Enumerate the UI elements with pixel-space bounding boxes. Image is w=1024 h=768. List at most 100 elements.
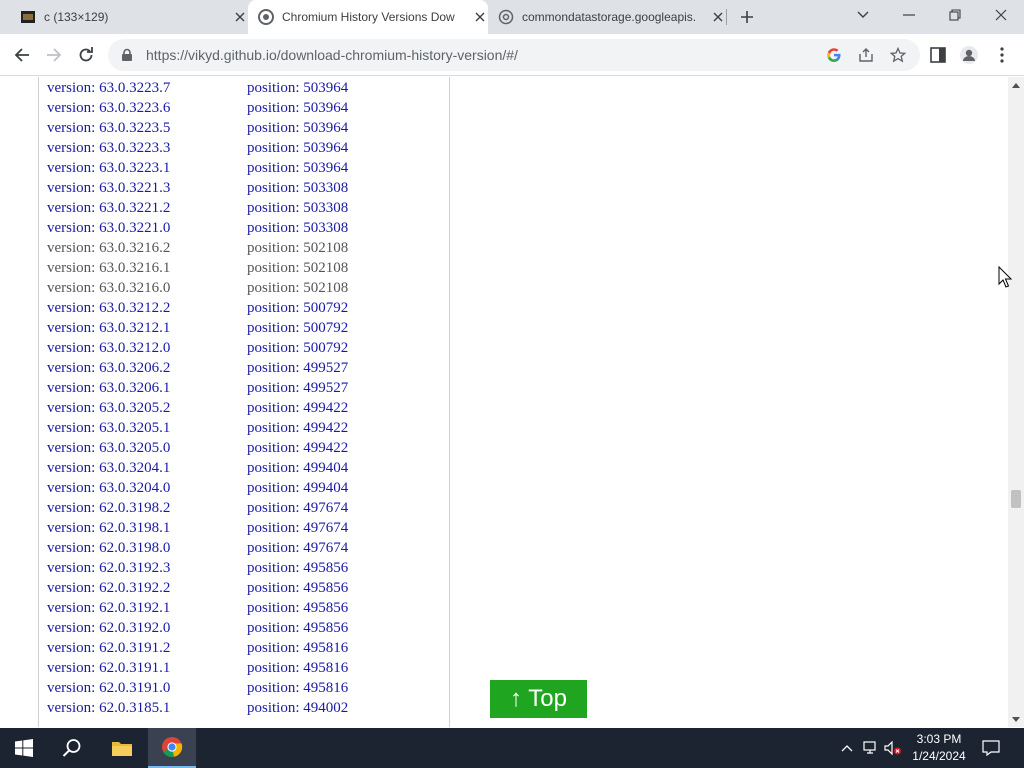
url-text[interactable]: https://vikyd.github.io/download-chromiu… xyxy=(146,47,518,63)
version-label[interactable]: version: 63.0.3221.2 xyxy=(47,200,247,217)
version-label[interactable]: version: 63.0.3221.3 xyxy=(47,180,247,197)
position-label[interactable]: position: 503308 xyxy=(247,220,348,237)
version-row[interactable]: version: 63.0.3216.2 position: 502108 xyxy=(47,240,348,260)
position-label[interactable]: position: 495856 xyxy=(247,560,348,577)
version-row[interactable]: version: 63.0.3212.0 position: 500792 xyxy=(47,340,348,360)
position-label[interactable]: position: 495816 xyxy=(247,640,348,657)
version-label[interactable]: version: 63.0.3204.0 xyxy=(47,480,247,497)
position-label[interactable]: position: 503964 xyxy=(247,120,348,137)
version-row[interactable]: version: 63.0.3221.3 position: 503308 xyxy=(47,180,348,200)
file-explorer-button[interactable] xyxy=(98,728,146,768)
version-row[interactable]: version: 63.0.3221.2 position: 503308 xyxy=(47,200,348,220)
version-row[interactable]: version: 62.0.3192.3 position: 495856 xyxy=(47,560,348,580)
position-label[interactable]: position: 495856 xyxy=(247,600,348,617)
position-label[interactable]: position: 503308 xyxy=(247,180,348,197)
position-label[interactable]: position: 499404 xyxy=(247,480,348,497)
version-label[interactable]: version: 63.0.3205.0 xyxy=(47,440,247,457)
position-label[interactable]: position: 495816 xyxy=(247,660,348,677)
show-hidden-icons-button[interactable] xyxy=(838,738,856,758)
new-tab-button[interactable] xyxy=(736,6,758,28)
position-label[interactable]: position: 500792 xyxy=(247,340,348,357)
version-label[interactable]: version: 63.0.3223.1 xyxy=(47,160,247,177)
share-icon[interactable] xyxy=(858,47,874,63)
version-row[interactable]: version: 63.0.3216.1 position: 502108 xyxy=(47,260,348,280)
version-row[interactable]: version: 62.0.3192.0 position: 495856 xyxy=(47,620,348,640)
back-to-top-button[interactable]: ↑ Top xyxy=(490,680,587,718)
version-label[interactable]: version: 63.0.3204.1 xyxy=(47,460,247,477)
version-row[interactable]: version: 62.0.3185.1 position: 494002 xyxy=(47,700,348,720)
position-label[interactable]: position: 495856 xyxy=(247,620,348,637)
position-label[interactable]: position: 502108 xyxy=(247,240,348,257)
version-row[interactable]: version: 62.0.3191.0 position: 495816 xyxy=(47,680,348,700)
position-label[interactable]: position: 499527 xyxy=(247,380,348,397)
volume-tray-button[interactable] xyxy=(884,738,902,758)
version-label[interactable]: version: 62.0.3191.2 xyxy=(47,640,247,657)
version-row[interactable]: version: 62.0.3198.2 position: 497674 xyxy=(47,500,348,520)
position-label[interactable]: position: 495816 xyxy=(247,680,348,697)
version-label[interactable]: version: 63.0.3205.1 xyxy=(47,420,247,437)
minimize-button[interactable] xyxy=(886,0,932,30)
position-label[interactable]: position: 503308 xyxy=(247,200,348,217)
version-row[interactable]: version: 63.0.3216.0 position: 502108 xyxy=(47,280,348,300)
version-row[interactable]: version: 63.0.3205.2 position: 499422 xyxy=(47,400,348,420)
close-tab-icon[interactable] xyxy=(232,9,248,25)
restore-button[interactable] xyxy=(932,0,978,30)
version-label[interactable]: version: 62.0.3185.1 xyxy=(47,700,247,717)
tab-chromium-history[interactable]: Chromium History Versions Dow xyxy=(248,0,488,34)
position-label[interactable]: position: 495856 xyxy=(247,580,348,597)
version-row[interactable]: version: 63.0.3204.1 position: 499404 xyxy=(47,460,348,480)
position-label[interactable]: position: 499422 xyxy=(247,400,348,417)
position-label[interactable]: position: 497674 xyxy=(247,500,348,517)
profile-avatar-icon[interactable] xyxy=(959,45,979,65)
scroll-up-arrow[interactable] xyxy=(1008,77,1024,93)
scroll-down-arrow[interactable] xyxy=(1008,711,1024,727)
reload-button[interactable] xyxy=(72,41,100,69)
close-window-button[interactable] xyxy=(978,0,1024,30)
version-label[interactable]: version: 63.0.3212.2 xyxy=(47,300,247,317)
kebab-menu-icon[interactable] xyxy=(992,45,1012,65)
version-row[interactable]: version: 62.0.3192.2 position: 495856 xyxy=(47,580,348,600)
network-tray-button[interactable] xyxy=(862,738,880,758)
version-label[interactable]: version: 63.0.3216.0 xyxy=(47,280,247,297)
version-row[interactable]: version: 63.0.3212.1 position: 500792 xyxy=(47,320,348,340)
tab-commondatastorage[interactable]: commondatastorage.googleapis. xyxy=(488,0,726,34)
version-label[interactable]: version: 63.0.3223.6 xyxy=(47,100,247,117)
close-tab-icon[interactable] xyxy=(472,9,488,25)
version-row[interactable]: version: 63.0.3205.1 position: 499422 xyxy=(47,420,348,440)
version-row[interactable]: version: 63.0.3223.7 position: 503964 xyxy=(47,80,348,100)
lock-icon[interactable] xyxy=(120,48,134,62)
position-label[interactable]: position: 502108 xyxy=(247,260,348,277)
version-label[interactable]: version: 63.0.3221.0 xyxy=(47,220,247,237)
version-row[interactable]: version: 63.0.3223.6 position: 503964 xyxy=(47,100,348,120)
position-label[interactable]: position: 500792 xyxy=(247,320,348,337)
position-label[interactable]: position: 499527 xyxy=(247,360,348,377)
version-row[interactable]: version: 63.0.3223.1 position: 503964 xyxy=(47,160,348,180)
position-label[interactable]: position: 499422 xyxy=(247,440,348,457)
scroll-thumb[interactable] xyxy=(1011,490,1021,508)
version-row[interactable]: version: 63.0.3205.0 position: 499422 xyxy=(47,440,348,460)
tab-search-button[interactable] xyxy=(840,0,886,30)
version-row[interactable]: version: 63.0.3223.3 position: 503964 xyxy=(47,140,348,160)
version-row[interactable]: version: 62.0.3198.1 position: 497674 xyxy=(47,520,348,540)
position-label[interactable]: position: 500792 xyxy=(247,300,348,317)
version-label[interactable]: version: 63.0.3223.5 xyxy=(47,120,247,137)
position-label[interactable]: position: 497674 xyxy=(247,520,348,537)
version-label[interactable]: version: 63.0.3206.2 xyxy=(47,360,247,377)
address-bar[interactable]: https://vikyd.github.io/download-chromiu… xyxy=(108,39,920,71)
position-label[interactable]: position: 503964 xyxy=(247,80,348,97)
version-row[interactable]: version: 63.0.3206.1 position: 499527 xyxy=(47,380,348,400)
position-label[interactable]: position: 499422 xyxy=(247,420,348,437)
version-row[interactable]: version: 62.0.3191.1 position: 495816 xyxy=(47,660,348,680)
version-label[interactable]: version: 62.0.3191.0 xyxy=(47,680,247,697)
system-clock[interactable]: 3:03 PM 1/24/2024 xyxy=(906,731,972,765)
position-label[interactable]: position: 494002 xyxy=(247,700,348,717)
version-label[interactable]: version: 62.0.3192.1 xyxy=(47,600,247,617)
version-row[interactable]: version: 63.0.3204.0 position: 499404 xyxy=(47,480,348,500)
version-label[interactable]: version: 63.0.3206.1 xyxy=(47,380,247,397)
forward-button[interactable] xyxy=(40,41,68,69)
side-panel-icon[interactable] xyxy=(928,45,948,65)
version-row[interactable]: version: 63.0.3223.5 position: 503964 xyxy=(47,120,348,140)
version-label[interactable]: version: 62.0.3198.2 xyxy=(47,500,247,517)
back-button[interactable] xyxy=(8,41,36,69)
chrome-taskbar-button[interactable] xyxy=(148,728,196,768)
